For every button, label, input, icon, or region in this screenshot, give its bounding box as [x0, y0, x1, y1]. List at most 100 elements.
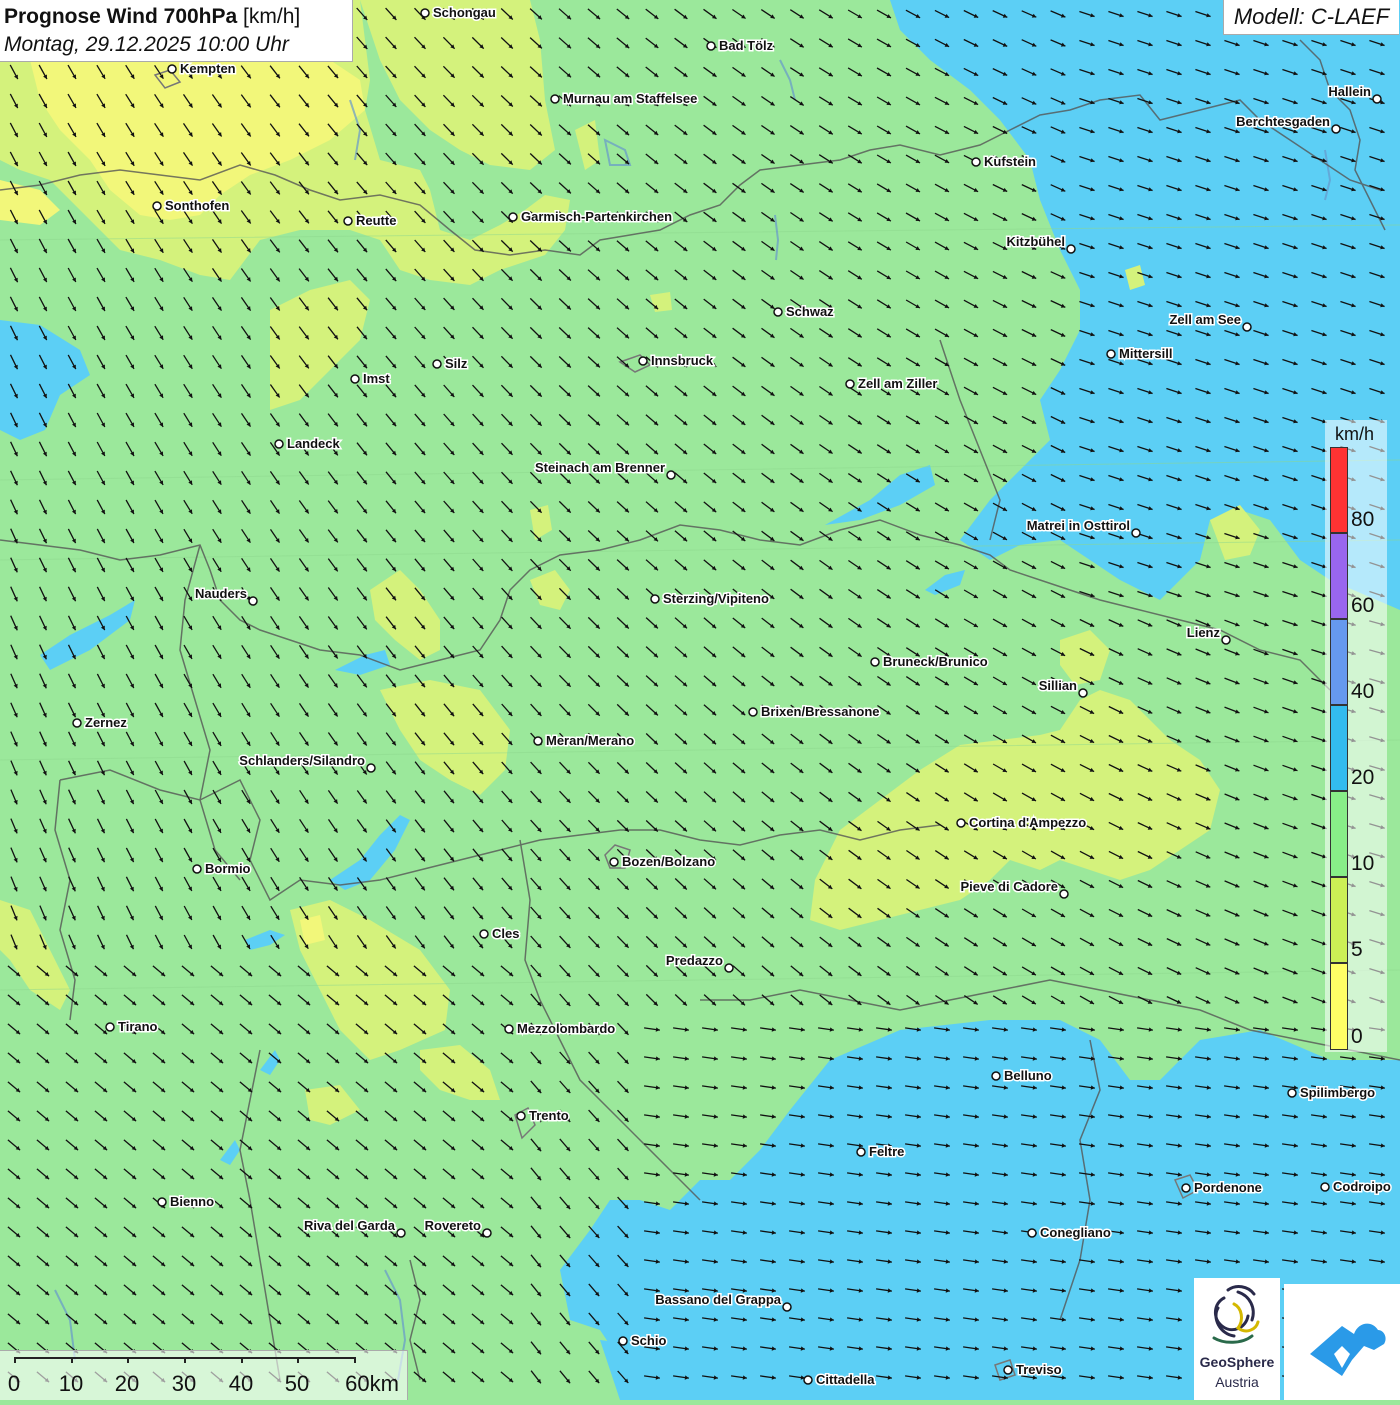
city-label: Bad Tölz [719, 38, 774, 53]
scale-tick [297, 1357, 299, 1363]
city-dot [845, 379, 855, 389]
geosphere-logo[interactable]: GeoSphere Austria [1194, 1278, 1280, 1400]
city-dot [782, 1302, 792, 1312]
city-label: Conegliano [1040, 1225, 1111, 1240]
city-label: Lienz [1187, 625, 1221, 640]
city-dot [479, 929, 489, 939]
city-dot [533, 736, 543, 746]
city-dot [803, 1375, 813, 1385]
city-label: Matrei in Osttirol [1027, 518, 1130, 533]
scale-tick [71, 1357, 73, 1363]
legend-band-0-5 [1330, 963, 1348, 1050]
city-label: Pordenone [1194, 1180, 1262, 1195]
city-dot [1106, 349, 1116, 359]
city-label: Schio [631, 1333, 666, 1348]
scale-tick [127, 1357, 129, 1363]
city-dot [1221, 635, 1231, 645]
city-dot [666, 470, 676, 480]
weather-app-logo[interactable] [1284, 1284, 1400, 1400]
city-dot [1078, 688, 1088, 698]
city-dot [508, 212, 518, 222]
city-marker: Innsbruck [638, 352, 715, 370]
city-label: Reutte [356, 213, 396, 228]
city-label: Murnau am Staffelsee [563, 91, 697, 106]
scale-label: 60km [345, 1371, 399, 1396]
map-title-unit: [km/h] [243, 5, 301, 28]
city-label: Trento [529, 1108, 569, 1123]
geosphere-logo-text: GeoSphere [1199, 1354, 1275, 1370]
city-label: Kempten [180, 61, 236, 76]
city-dot [748, 707, 758, 717]
city-label: Steinach am Brenner [535, 460, 665, 475]
city-dot [1027, 1228, 1037, 1238]
legend-band-40-60 [1330, 619, 1348, 705]
city-marker: Conegliano [1027, 1224, 1112, 1242]
city-label: Zell am Ziller [858, 376, 937, 391]
city-label: Bienno [170, 1194, 214, 1209]
city-dot [167, 64, 177, 74]
city-label: Kufstein [984, 154, 1036, 169]
city-dot [248, 596, 258, 606]
city-label: Sonthofen [165, 198, 229, 213]
city-dot [72, 718, 82, 728]
city-label: Cortina d'Ampezzo [969, 815, 1086, 830]
city-dot [550, 94, 560, 104]
city-dot [1059, 889, 1069, 899]
city-dot [1331, 124, 1341, 134]
city-label: Imst [363, 371, 390, 386]
city-label: Schlanders/Silandro [239, 753, 365, 768]
city-marker: Bruneck/Brunico [870, 653, 989, 671]
city-label: Meran/Merano [546, 733, 634, 748]
city-label: Pieve di Cadore [960, 879, 1058, 894]
city-label: Belluno [1004, 1068, 1052, 1083]
city-label: Mittersill [1119, 346, 1172, 361]
city-marker: Murnau am Staffelsee [550, 90, 699, 108]
legend-label-60: 60 [1351, 594, 1375, 617]
city-label: Rovereto [425, 1218, 481, 1233]
model-label: Modell: C-LAEF [1223, 0, 1399, 35]
city-marker: Schongau [420, 4, 497, 22]
map-title: Prognose Wind 700hPa [km/h] [4, 3, 348, 31]
legend-band-60-80 [1330, 533, 1348, 619]
city-dot [609, 857, 619, 867]
city-dot [105, 1022, 115, 1032]
legend-label-80: 80 [1351, 508, 1375, 531]
distance-scale-bar: 0 10 20 30 40 50 60km [0, 1350, 408, 1400]
city-dot [420, 8, 430, 18]
legend-label-0: 0 [1351, 1025, 1363, 1048]
city-label: Predazzo [666, 953, 723, 968]
city-dot [956, 818, 966, 828]
city-dot [366, 763, 376, 773]
city-label: Bozen/Bolzano [622, 854, 715, 869]
city-label: Riva del Garda [304, 1218, 396, 1233]
legend-unit: km/h [1335, 424, 1375, 444]
city-label: Landeck [287, 436, 341, 451]
city-dot [432, 359, 442, 369]
scale-tick [14, 1357, 16, 1363]
city-label: Berchtesgaden [1236, 114, 1330, 129]
city-label: Innsbruck [651, 353, 714, 368]
city-marker: Meran/Merano [533, 732, 636, 750]
city-dot [856, 1147, 866, 1157]
city-dot [516, 1111, 526, 1121]
city-label: Schongau [433, 5, 496, 20]
city-label: Feltre [869, 1144, 904, 1159]
city-label: Nauders [195, 586, 247, 601]
city-dot [1372, 94, 1382, 104]
city-label: Cittadella [816, 1372, 875, 1387]
scale-label: 30 [171, 1371, 197, 1396]
city-label: Bassano del Grappa [655, 1292, 781, 1307]
legend-band-10-20 [1330, 791, 1348, 877]
map-title-main: Prognose Wind 700hPa [4, 5, 238, 28]
city-dot [1287, 1088, 1297, 1098]
geosphere-emblem-icon [1212, 1285, 1260, 1344]
city-marker: Sterzing/Vipiteno [650, 590, 770, 608]
city-dot [618, 1336, 628, 1346]
city-dot [1003, 1365, 1013, 1375]
city-label: Silz [445, 356, 468, 371]
scale-label: 40 [228, 1371, 254, 1396]
city-label: Kitzbühel [1007, 234, 1066, 249]
city-marker: Sonthofen [152, 197, 231, 215]
city-label: Schwaz [786, 304, 834, 319]
city-dot [1242, 322, 1252, 332]
